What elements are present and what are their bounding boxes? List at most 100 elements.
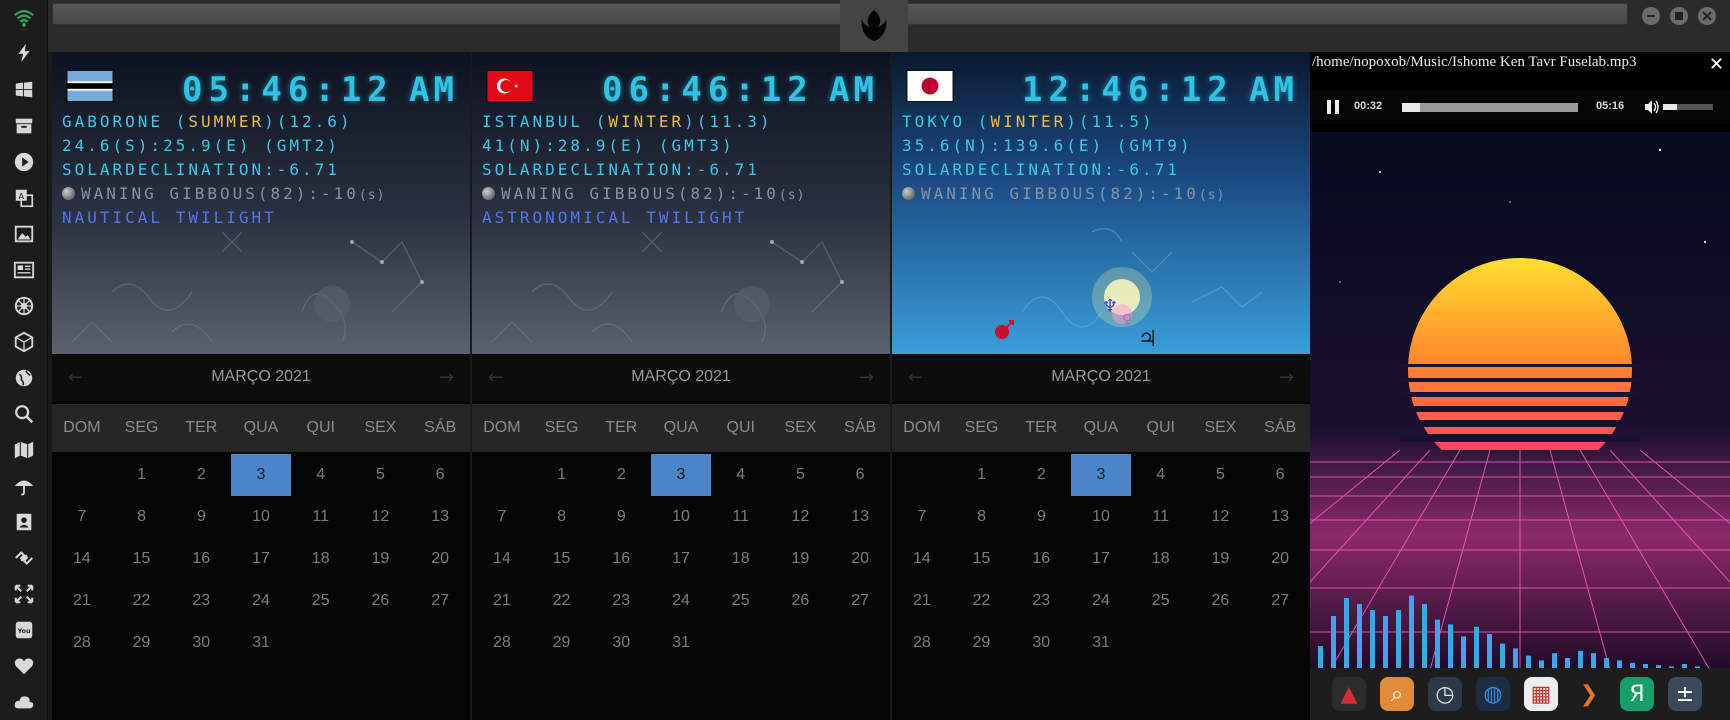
calendar-day[interactable]: 9 xyxy=(591,496,651,538)
calendar-day[interactable]: 16 xyxy=(171,538,231,580)
calendar-day[interactable]: 11 xyxy=(291,496,351,538)
close-player-button[interactable]: ✕ xyxy=(1709,54,1724,75)
calendar-day[interactable]: 1 xyxy=(532,454,592,496)
calendar-day[interactable]: 11 xyxy=(1131,496,1191,538)
map-icon[interactable] xyxy=(12,438,36,462)
calendar-day[interactable]: 2 xyxy=(171,454,231,496)
next-month-button[interactable]: → xyxy=(1279,367,1294,388)
calendar-day[interactable]: 27 xyxy=(410,580,470,622)
dock-app-search[interactable]: ⌕ xyxy=(1380,677,1414,711)
calendar-day[interactable]: 14 xyxy=(52,538,112,580)
dock-app-red-arrow[interactable]: ▲ xyxy=(1332,677,1366,711)
calendar-day[interactable]: 31 xyxy=(1071,622,1131,664)
calendar-day[interactable]: 18 xyxy=(291,538,351,580)
dock-app-clock[interactable]: ◷ xyxy=(1428,677,1462,711)
calendar-day[interactable]: 17 xyxy=(1071,538,1131,580)
youtube-icon[interactable]: You xyxy=(12,618,36,642)
calendar-day[interactable]: 26 xyxy=(1191,580,1251,622)
dock-app-globe[interactable]: ◍ xyxy=(1476,677,1510,711)
calendar-day[interactable]: 22 xyxy=(532,580,592,622)
calendar-day[interactable]: 27 xyxy=(1250,580,1310,622)
calendar-day[interactable]: 29 xyxy=(532,622,592,664)
calendar-day[interactable]: 9 xyxy=(1011,496,1071,538)
calendar-day[interactable]: 25 xyxy=(1131,580,1191,622)
wifi-icon[interactable] xyxy=(12,6,36,30)
calendar-day[interactable]: 5 xyxy=(771,454,831,496)
seek-bar[interactable] xyxy=(1402,103,1578,112)
calendar-day[interactable]: 4 xyxy=(1131,454,1191,496)
heart-icon[interactable] xyxy=(12,654,36,678)
calendar-day[interactable]: 7 xyxy=(892,496,952,538)
calendar-day[interactable]: 25 xyxy=(711,580,771,622)
calendar-day[interactable]: 5 xyxy=(1191,454,1251,496)
next-month-button[interactable]: → xyxy=(859,367,874,388)
calendar-day[interactable]: 12 xyxy=(351,496,411,538)
lightning-icon[interactable] xyxy=(12,41,36,65)
dock-app-calculator[interactable]: ± xyxy=(1668,677,1702,711)
calendar-day[interactable]: 31 xyxy=(651,622,711,664)
calendar-day[interactable]: 25 xyxy=(291,580,351,622)
globe-icon[interactable] xyxy=(12,366,36,390)
minimize-button[interactable] xyxy=(1642,7,1660,25)
calendar-day[interactable]: 6 xyxy=(830,454,890,496)
calendar-day-selected[interactable]: 3 xyxy=(231,454,291,496)
calendar-day[interactable]: 10 xyxy=(231,496,291,538)
calendar-day[interactable]: 28 xyxy=(472,622,532,664)
calendar-day[interactable]: 18 xyxy=(711,538,771,580)
calendar-day[interactable]: 8 xyxy=(532,496,592,538)
calendar-day-selected[interactable]: 3 xyxy=(651,454,711,496)
dock-app-play[interactable]: ❯ xyxy=(1572,677,1606,711)
calendar-day[interactable]: 29 xyxy=(112,622,172,664)
calendar-day[interactable]: 15 xyxy=(112,538,172,580)
calendar-day[interactable]: 28 xyxy=(52,622,112,664)
news-icon[interactable] xyxy=(12,258,36,282)
volume-icon[interactable] xyxy=(1643,98,1661,116)
calendar-day[interactable]: 14 xyxy=(472,538,532,580)
calendar-day[interactable]: 26 xyxy=(771,580,831,622)
volume-slider[interactable] xyxy=(1663,104,1713,110)
calendar-day[interactable]: 19 xyxy=(1191,538,1251,580)
calendar-day[interactable]: 24 xyxy=(231,580,291,622)
calendar-day[interactable]: 1 xyxy=(952,454,1012,496)
calendar-day[interactable]: 10 xyxy=(1071,496,1131,538)
calendar-day[interactable]: 23 xyxy=(171,580,231,622)
calendar-day[interactable]: 23 xyxy=(1011,580,1071,622)
calendar-day[interactable]: 4 xyxy=(291,454,351,496)
calendar-day[interactable]: 12 xyxy=(771,496,831,538)
search-icon[interactable] xyxy=(12,402,36,426)
calendar-day[interactable]: 16 xyxy=(591,538,651,580)
play-icon[interactable] xyxy=(12,150,36,174)
calendar-day[interactable]: 17 xyxy=(651,538,711,580)
calendar-day[interactable]: 5 xyxy=(351,454,411,496)
calendar-day[interactable]: 21 xyxy=(892,580,952,622)
calendar-day[interactable]: 2 xyxy=(1011,454,1071,496)
calendar-day[interactable]: 7 xyxy=(472,496,532,538)
calendar-day[interactable]: 27 xyxy=(830,580,890,622)
calendar-day[interactable]: 19 xyxy=(351,538,411,580)
calendar-day[interactable]: 10 xyxy=(651,496,711,538)
calendar-day[interactable]: 8 xyxy=(112,496,172,538)
calendar-day[interactable]: 20 xyxy=(830,538,890,580)
calendar-day[interactable]: 11 xyxy=(711,496,771,538)
calendar-day[interactable]: 8 xyxy=(952,496,1012,538)
calendar-day[interactable]: 17 xyxy=(231,538,291,580)
calendar-day[interactable]: 30 xyxy=(1011,622,1071,664)
dock-app-yandex[interactable]: Я xyxy=(1620,677,1654,711)
calendar-day[interactable]: 21 xyxy=(472,580,532,622)
calendar-day[interactable]: 2 xyxy=(591,454,651,496)
calendar-day[interactable]: 12 xyxy=(1191,496,1251,538)
calendar-day[interactable]: 22 xyxy=(952,580,1012,622)
next-month-button[interactable]: → xyxy=(439,367,454,388)
link-icon[interactable] xyxy=(12,546,36,570)
maximize-button[interactable] xyxy=(1670,7,1688,25)
calendar-day[interactable]: 20 xyxy=(410,538,470,580)
calendar-day[interactable]: 29 xyxy=(952,622,1012,664)
translate-icon[interactable]: A xyxy=(12,186,36,210)
calendar-day[interactable]: 30 xyxy=(591,622,651,664)
dock-app-calendar[interactable]: ▦ xyxy=(1524,677,1558,711)
calendar-day[interactable]: 22 xyxy=(112,580,172,622)
calendar-day[interactable]: 15 xyxy=(952,538,1012,580)
empire-icon[interactable] xyxy=(12,294,36,318)
calendar-day[interactable]: 31 xyxy=(231,622,291,664)
calendar-day[interactable]: 24 xyxy=(651,580,711,622)
